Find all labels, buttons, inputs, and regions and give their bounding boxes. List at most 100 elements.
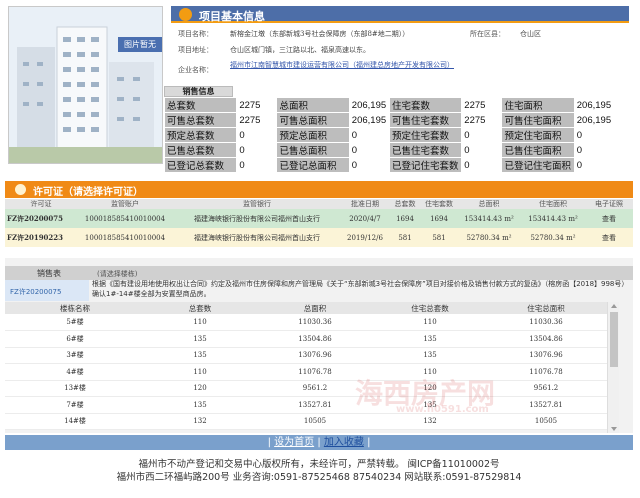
sales-label: 预定住宅套数: [388, 127, 463, 143]
building-area: 13076.96: [255, 347, 375, 364]
selected-permit[interactable]: FZ许20200075: [5, 280, 89, 301]
district-value: 仓山区: [520, 30, 541, 38]
building-area: 10505: [255, 413, 375, 430]
site-watermark-url: www.h0591.com: [396, 404, 489, 415]
footer-separator: |: [267, 437, 271, 448]
scroll-thumb[interactable]: [610, 312, 618, 367]
column-header: 住宅面积: [521, 199, 585, 209]
permit-date: 2020/4/7: [341, 209, 389, 228]
set-homepage-link[interactable]: 设为首页: [274, 437, 314, 448]
company-link[interactable]: 福州市江南智慧城市建设运营有限公司（福州建总房地产开发有限公司）: [230, 60, 455, 70]
project-photo: 图片暂无: [8, 6, 163, 164]
permit-residential-units: 581: [421, 228, 457, 247]
building-row[interactable]: 13#楼 120 9561.2 120 9561.2: [5, 380, 607, 397]
permit-title: 许可证（请选择许可证）: [33, 187, 143, 198]
company-label: 企业名称：: [178, 66, 213, 74]
building-units: 120: [145, 380, 255, 397]
building-row[interactable]: 14#楼 132 10505 132 10505: [5, 413, 607, 430]
sales-value: 0: [236, 142, 278, 158]
building-row[interactable]: 3#楼 135 13076.96 135 13076.96: [5, 347, 607, 364]
building-units: 135: [145, 396, 255, 414]
building-row[interactable]: 7#楼 135 13527.81 135 13527.81: [5, 396, 607, 414]
permit-number[interactable]: FZ许20200075: [5, 209, 77, 228]
sales-row: 已登记总套数 0 已登记总面积 0 已登记住宅套数 0 已登记住宅面积 0: [163, 157, 616, 173]
column-header: 批准日期: [341, 199, 389, 209]
permit-residential-units: 1694: [421, 209, 457, 228]
sales-label: 可售住宅面积: [501, 112, 575, 128]
sales-label: 预定总套数: [163, 127, 238, 143]
sales-value: 2275: [461, 112, 503, 128]
column-header: 许可证: [5, 199, 77, 209]
sales-label: 预定总面积: [276, 127, 350, 143]
sales-value: 0: [236, 157, 278, 173]
scroll-down-icon[interactable]: [611, 427, 617, 431]
footer-separator: |: [317, 437, 321, 448]
sales-value: 0: [461, 157, 503, 173]
permit-icon: [15, 184, 26, 195]
scroll-up-icon[interactable]: [611, 304, 617, 308]
building-name[interactable]: 6#楼: [5, 330, 145, 348]
sales-label: 可售总面积: [276, 112, 350, 128]
building-name[interactable]: 7#楼: [5, 396, 145, 414]
building-name[interactable]: 3#楼: [5, 347, 145, 364]
column-header: 监管银行: [173, 199, 341, 209]
column-header: 总套数: [389, 199, 421, 209]
sales-label: 已登记住宅套数: [388, 157, 463, 173]
sales-label: 已售总套数: [163, 142, 238, 158]
permit-bank: 福建海峡银行股份有限公司福州首山支行: [173, 209, 341, 228]
sales-value: 2275: [461, 97, 503, 113]
building-units: 135: [145, 347, 255, 364]
building-name[interactable]: 14#楼: [5, 413, 145, 430]
building-res-units: 135: [375, 330, 485, 348]
column-header: 电子证照: [585, 199, 633, 209]
project-address-label: 项目地址：: [178, 46, 213, 54]
permit-account: 100018585410010004: [77, 209, 173, 228]
sales-label: 已售住宅面积: [501, 142, 575, 158]
district-label: 所在区县：: [470, 30, 505, 38]
sales-label: 可售总套数: [163, 112, 238, 128]
project-name-label: 项目名称：: [178, 30, 213, 38]
building-name[interactable]: 4#楼: [5, 363, 145, 381]
building-units: 132: [145, 413, 255, 430]
sales-value: 2275: [236, 97, 278, 113]
building-res-units: 135: [375, 347, 485, 364]
column-header: 总套数: [145, 302, 255, 314]
sales-label: 总套数: [163, 97, 238, 113]
sales-label: 可售住宅套数: [388, 112, 463, 128]
footer-copyright: 福州市不动产登记和交易中心版权所有，未经许可，严禁转载。 闽ICP备110100…: [138, 459, 500, 470]
permit-header: 许可证（请选择许可证）: [5, 181, 633, 198]
sales-value: 0: [573, 157, 616, 173]
column-header: 住宅套数: [421, 199, 457, 209]
sales-label: 预定住宅面积: [501, 127, 575, 143]
sales-value: 0: [461, 127, 503, 143]
column-header: 住宅总面积: [485, 302, 607, 314]
sales-row: 可售总套数 2275 可售总面积 206,195 可售住宅套数 2275 可售住…: [163, 112, 616, 128]
permit-row[interactable]: FZ许20190223 100018585410010004 福建海峡银行股份有…: [5, 228, 633, 247]
permit-number[interactable]: FZ许20190223: [5, 228, 77, 247]
sales-table-hint: (请选择楼栋): [97, 270, 138, 278]
sales-value: 206,195: [573, 97, 616, 113]
building-res-area: 13527.81: [485, 396, 607, 414]
building-table-header: 楼栋名称 总套数 总面积 住宅总套数 住宅总面积: [5, 302, 607, 314]
sales-table-title: 销售表: [37, 269, 61, 278]
project-name-value: 新榕金江墩（东部新城3号社会保障房（东部8#地二期））: [230, 30, 410, 38]
footer-separator: |: [367, 437, 371, 448]
permit-row[interactable]: FZ许20200075 100018585410010004 福建海峡银行股份有…: [5, 209, 633, 228]
building-area: 13504.86: [255, 330, 375, 348]
sales-table-bar: 销售表 (请选择楼栋): [5, 266, 633, 280]
view-license-link[interactable]: 查看: [585, 209, 633, 228]
building-name[interactable]: 5#楼: [5, 314, 145, 331]
add-favorite-link[interactable]: 加入收藏: [324, 437, 364, 448]
building-area: 11030.36: [255, 314, 375, 331]
permit-table: 许可证 监管账户 监管银行 批准日期 总套数 住宅套数 总面积 住宅面积 电子证…: [5, 199, 633, 247]
sales-label: 住宅套数: [388, 97, 463, 113]
permit-residential-area: 153414.43 m²: [521, 209, 585, 228]
column-header: 楼栋名称: [5, 302, 145, 314]
table-scrollbar[interactable]: [607, 302, 619, 433]
sales-info-title: 销售信息: [164, 86, 233, 97]
building-row[interactable]: 6#楼 135 13504.86 135 13504.86: [5, 330, 607, 348]
building-name[interactable]: 13#楼: [5, 380, 145, 397]
building-row[interactable]: 4#楼 110 11076.78 110 11076.78: [5, 363, 607, 381]
view-license-link[interactable]: 查看: [585, 228, 633, 247]
building-row[interactable]: 5#楼 110 11030.36 110 11030.36: [5, 314, 607, 331]
